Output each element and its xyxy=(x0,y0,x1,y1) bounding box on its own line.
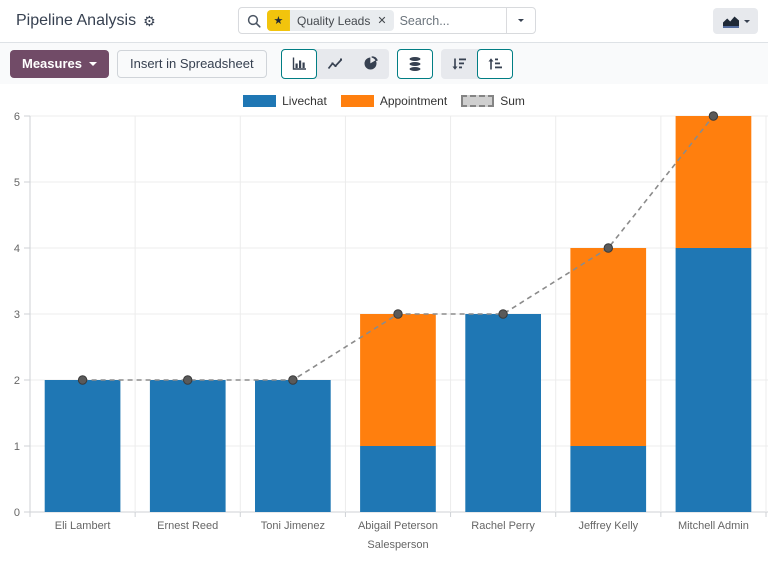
svg-text:6: 6 xyxy=(14,111,20,123)
stacked-toggle-group xyxy=(397,49,433,79)
sort-ascending-button[interactable] xyxy=(477,49,513,79)
legend-swatch-sum xyxy=(461,95,494,107)
chart-legend: Livechat Appointment Sum xyxy=(0,84,768,110)
stacked-database-icon xyxy=(408,56,422,72)
legend-item-livechat[interactable]: Livechat xyxy=(243,94,327,108)
area-chart-icon xyxy=(722,15,740,28)
chevron-down-icon xyxy=(89,62,97,66)
search-dropdown-toggle[interactable] xyxy=(506,8,535,33)
chevron-down-icon xyxy=(744,20,750,23)
pie-chart-icon xyxy=(363,56,379,71)
sort-descending-button[interactable] xyxy=(441,49,477,79)
bar-chart-icon xyxy=(291,56,307,71)
line-chart-button[interactable] xyxy=(317,49,353,79)
page-title: Pipeline Analysis xyxy=(16,12,136,30)
line-chart-icon xyxy=(327,57,343,71)
legend-item-sum[interactable]: Sum xyxy=(461,94,525,108)
search-input[interactable] xyxy=(400,8,506,33)
svg-text:5: 5 xyxy=(14,177,20,189)
chevron-down-icon xyxy=(518,19,524,22)
svg-text:Eli Lambert: Eli Lambert xyxy=(55,520,111,532)
svg-text:Ernest Reed: Ernest Reed xyxy=(157,520,218,532)
stacked-toggle-button[interactable] xyxy=(397,49,433,79)
sort-group xyxy=(441,49,513,79)
svg-text:Salesperson: Salesperson xyxy=(367,539,428,551)
facet-label: Quality Leads xyxy=(290,10,374,31)
legend-label: Appointment xyxy=(380,94,447,108)
search-icon xyxy=(239,14,267,28)
legend-item-appointment[interactable]: Appointment xyxy=(341,94,447,108)
svg-text:3: 3 xyxy=(14,309,20,321)
pipeline-chart-svg[interactable]: 0 1 2 3 4 5 6 Eli Lambert Ernest Reed Toni Jimene… xyxy=(0,110,768,564)
chart-type-group xyxy=(281,49,389,79)
svg-text:Rachel Perry: Rachel Perry xyxy=(471,520,535,532)
svg-text:Mitchell Admin: Mitchell Admin xyxy=(678,520,749,532)
view-switcher-button[interactable] xyxy=(713,8,758,34)
svg-text:Abigail Peterson: Abigail Peterson xyxy=(358,520,438,532)
svg-text:Jeffrey Kelly: Jeffrey Kelly xyxy=(578,520,638,532)
pie-chart-button[interactable] xyxy=(353,49,389,79)
legend-swatch-appointment xyxy=(341,95,374,107)
legend-swatch-livechat xyxy=(243,95,276,107)
sort-ascending-icon xyxy=(487,57,503,71)
insert-in-spreadsheet-button[interactable]: Insert in Spreadsheet xyxy=(117,50,267,78)
search-facet-quality-leads[interactable]: ★ Quality Leads ✕ xyxy=(267,10,394,31)
svg-text:4: 4 xyxy=(14,243,20,255)
star-icon: ★ xyxy=(267,10,290,31)
gear-icon[interactable]: ⚙ xyxy=(143,14,156,28)
svg-text:Toni Jimenez: Toni Jimenez xyxy=(261,520,325,532)
graph-toolbar: Measures Insert in Spreadsheet xyxy=(0,42,768,84)
control-panel-header: Pipeline Analysis ⚙ ★ Quality Leads ✕ xyxy=(0,0,768,42)
svg-text:1: 1 xyxy=(14,441,20,453)
chart-area: Livechat Appointment Sum 0 1 2 3 4 5 6 Eli Lamb… xyxy=(0,84,768,564)
facet-close-icon[interactable]: ✕ xyxy=(374,10,393,31)
bar-chart-button[interactable] xyxy=(281,49,317,79)
search-bar[interactable]: ★ Quality Leads ✕ xyxy=(238,7,536,34)
sort-descending-icon xyxy=(451,57,467,71)
measures-button[interactable]: Measures xyxy=(10,50,109,78)
measures-label: Measures xyxy=(22,56,82,71)
svg-text:2: 2 xyxy=(14,375,20,387)
breadcrumb: Pipeline Analysis ⚙ xyxy=(10,12,156,30)
legend-label: Livechat xyxy=(282,94,327,108)
legend-label: Sum xyxy=(500,94,525,108)
svg-text:0: 0 xyxy=(14,507,20,519)
